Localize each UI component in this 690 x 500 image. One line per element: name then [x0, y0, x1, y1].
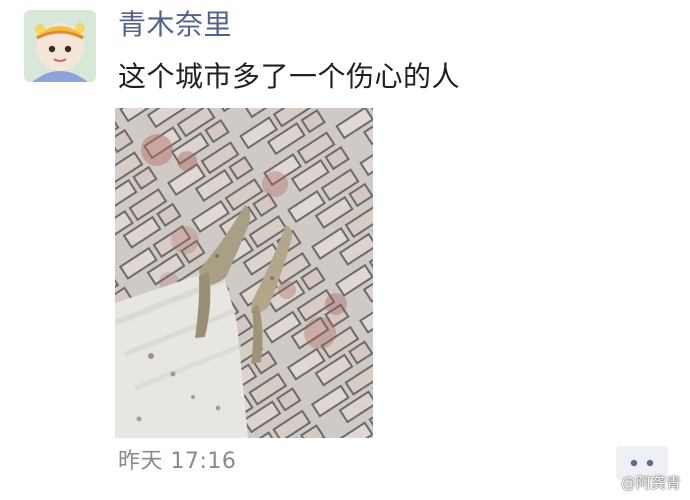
post-photo[interactable]	[115, 108, 373, 438]
post-text: 这个城市多了一个伤心的人	[118, 60, 461, 93]
username[interactable]: 青木奈里	[118, 6, 232, 44]
post-time: 昨天 17:16	[118, 449, 237, 474]
avatar[interactable]	[24, 10, 96, 82]
moment-post: 青木奈里 这个城市多了一个伤心的人 昨天 17:16 @阿龚青	[0, 0, 690, 500]
more-options-icon	[630, 459, 654, 467]
watermark-text: @阿龚青	[621, 474, 682, 492]
avatar-icon	[24, 10, 96, 82]
watermark: @阿龚青	[595, 473, 681, 493]
weibo-icon	[596, 477, 616, 490]
photo-image	[115, 108, 373, 438]
